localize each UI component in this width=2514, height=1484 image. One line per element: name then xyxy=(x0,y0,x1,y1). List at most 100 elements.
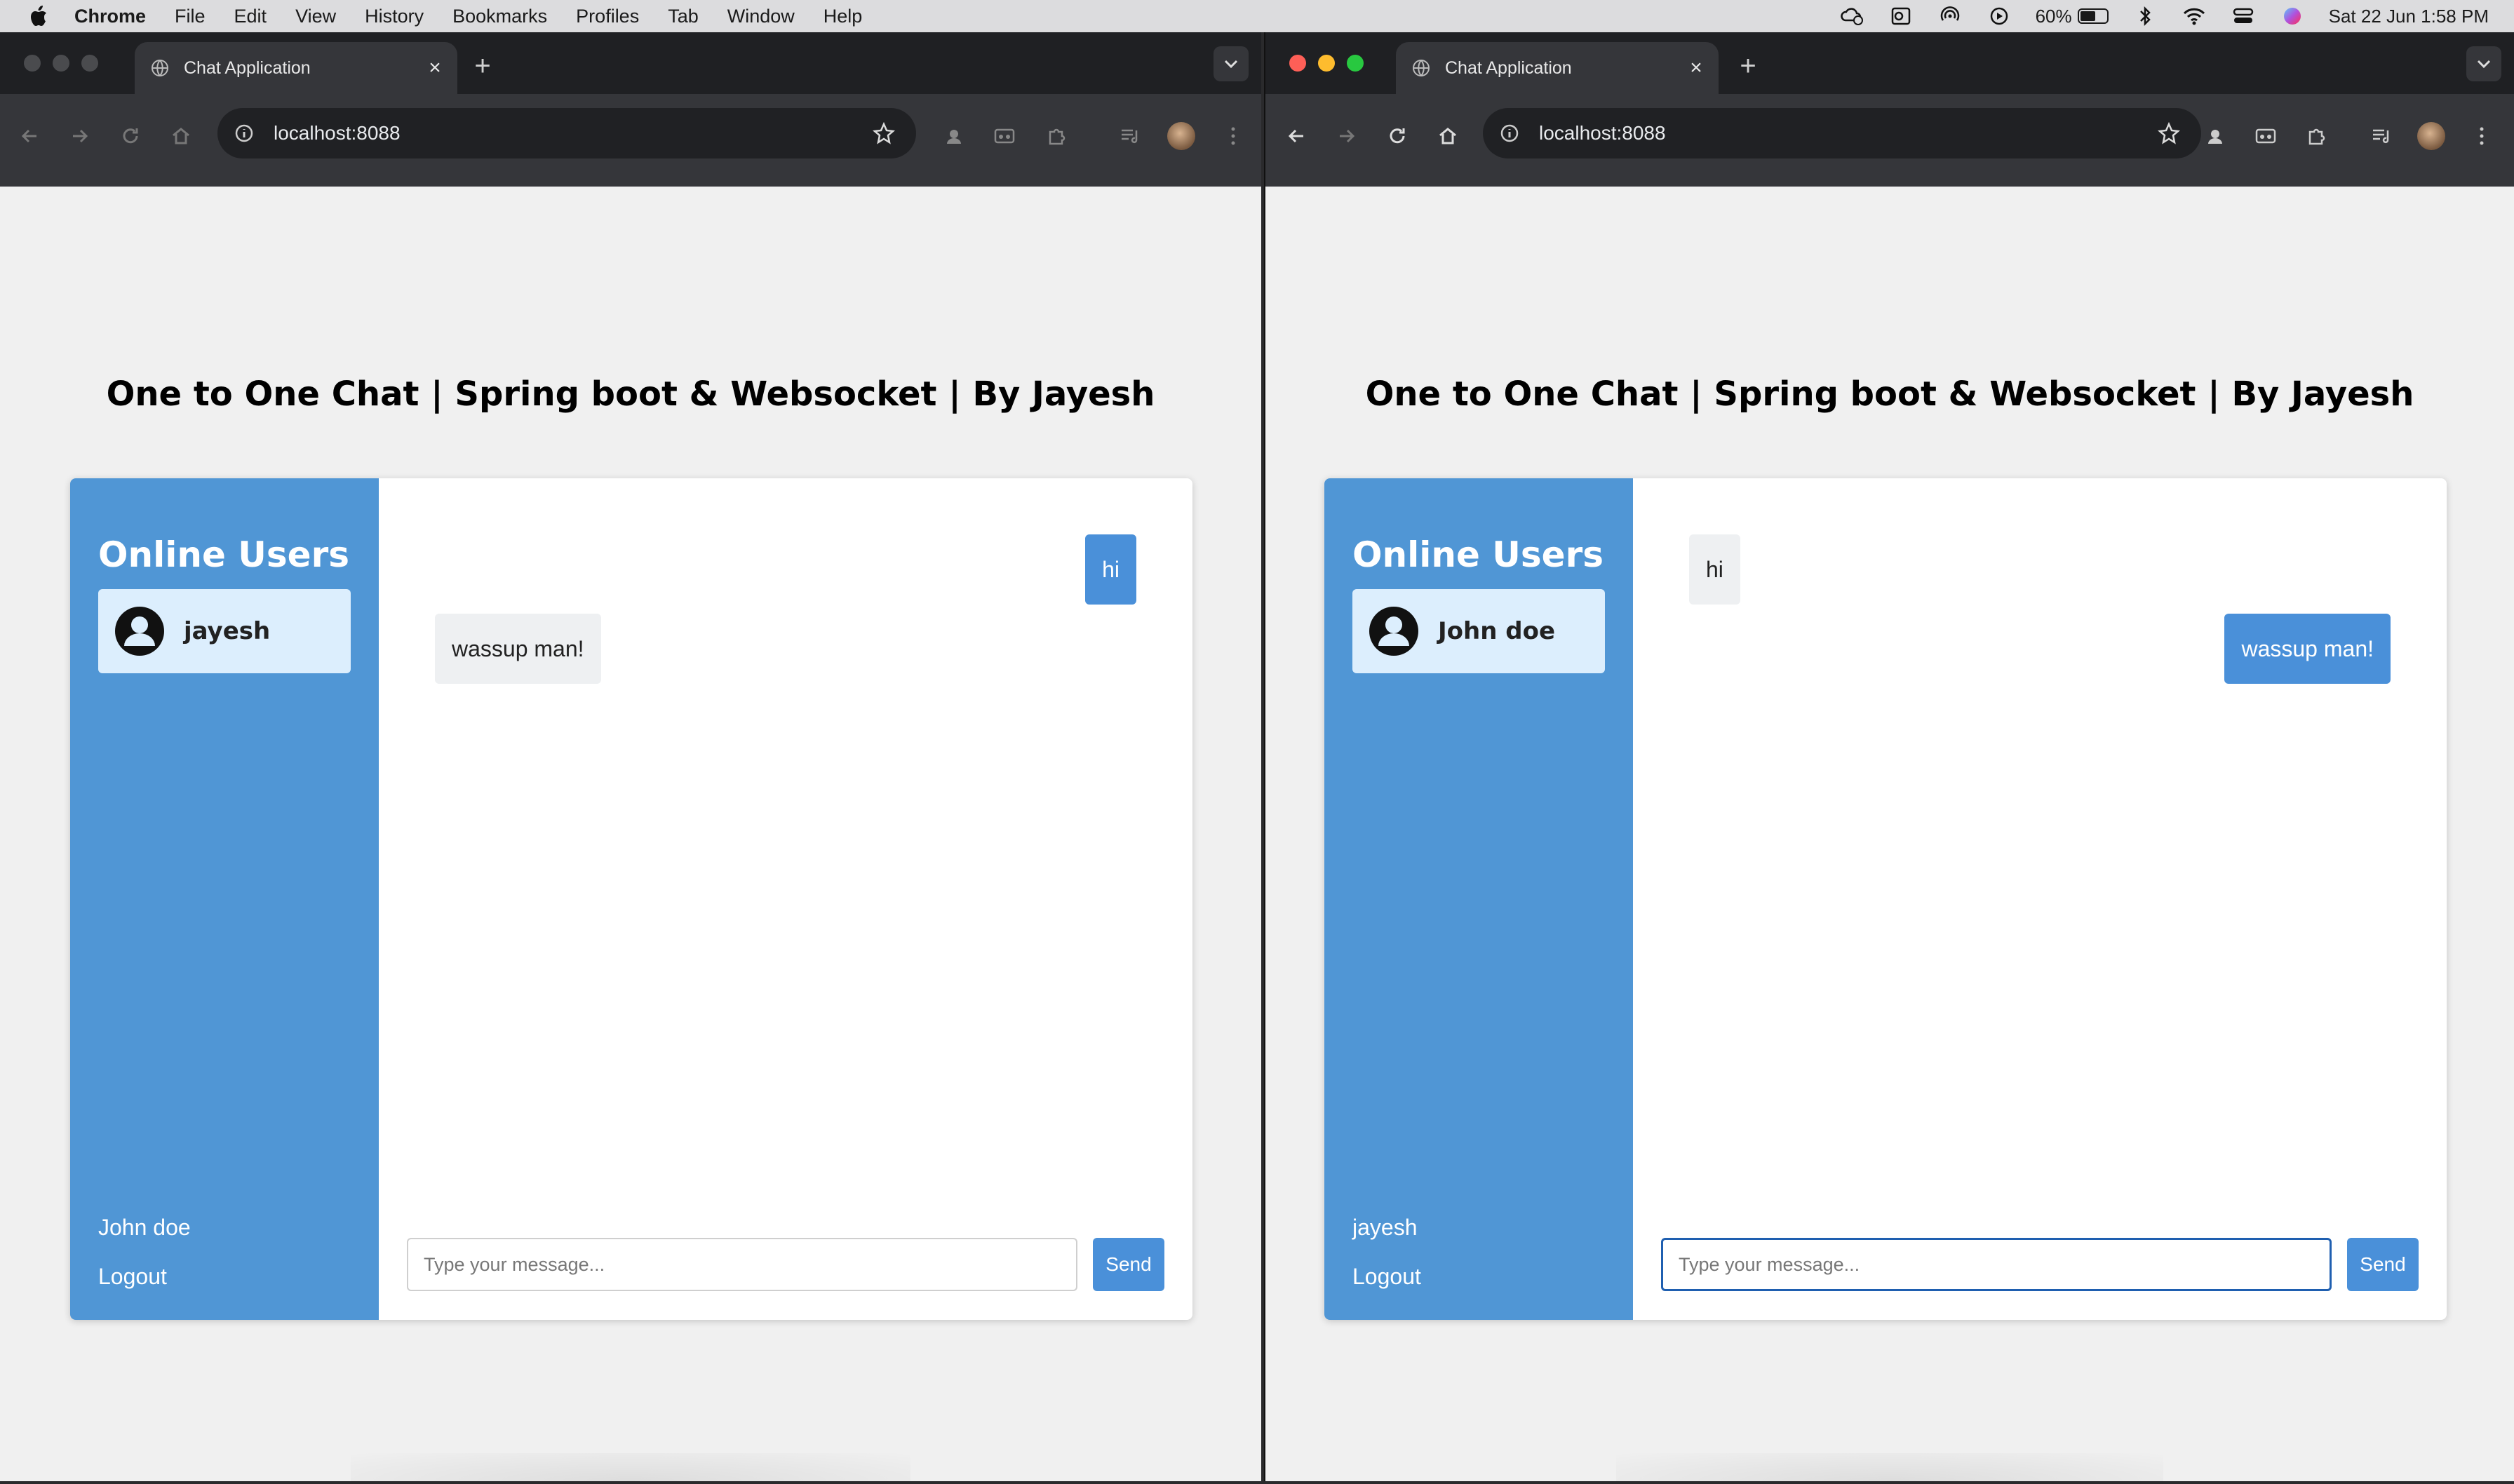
current-user-name: jayesh xyxy=(1352,1215,1418,1240)
message-input[interactable] xyxy=(1661,1238,2332,1291)
extension-icon-1[interactable] xyxy=(2201,122,2229,150)
forward-arrow-icon[interactable] xyxy=(67,123,93,149)
tab-title: Chat Application xyxy=(1445,58,1572,78)
menu-file[interactable]: File xyxy=(175,6,206,27)
extensions-puzzle-icon[interactable] xyxy=(2302,122,2330,150)
siri-icon[interactable] xyxy=(2280,6,2305,27)
new-tab-button[interactable]: + xyxy=(1735,52,1761,80)
globe-icon xyxy=(1413,60,1430,76)
extensions-puzzle-icon[interactable] xyxy=(1042,122,1070,150)
send-button[interactable]: Send xyxy=(2347,1238,2419,1291)
chat-area: hi wassup man! Send xyxy=(1633,478,2447,1320)
browser-toolbar: localhost:8088 xyxy=(0,94,1261,187)
chat-container: Online Users jayesh John doe Logout hi w… xyxy=(70,478,1192,1320)
home-icon[interactable] xyxy=(1435,123,1460,149)
tab-chat-application[interactable]: Chat Application × xyxy=(1396,42,1719,94)
page-shadow xyxy=(351,1453,910,1481)
minimize-window-button[interactable] xyxy=(53,55,69,72)
message-input[interactable] xyxy=(407,1238,1077,1291)
page-title: One to One Chat | Spring boot & Websocke… xyxy=(106,375,1155,414)
window-controls xyxy=(24,55,98,72)
extension-icon-2[interactable] xyxy=(2252,122,2280,150)
airdrop-icon[interactable] xyxy=(1937,6,1963,27)
tab-close-icon[interactable]: × xyxy=(1683,55,1709,81)
battery-percent: 60% xyxy=(2035,5,2072,27)
menu-edit[interactable]: Edit xyxy=(234,6,267,27)
menu-history[interactable]: History xyxy=(365,6,424,27)
close-window-button[interactable] xyxy=(1289,55,1306,72)
web-page: One to One Chat | Spring boot & Websocke… xyxy=(0,187,1261,1481)
address-bar[interactable]: localhost:8088 xyxy=(217,108,916,158)
menu-help[interactable]: Help xyxy=(824,6,863,27)
message-bubble-sent: wassup man! xyxy=(2224,614,2391,684)
url-text: localhost:8088 xyxy=(274,122,401,144)
menu-view[interactable]: View xyxy=(295,6,336,27)
wifi-icon[interactable] xyxy=(2182,6,2207,27)
reload-icon[interactable] xyxy=(118,123,143,149)
extension-icon-2[interactable] xyxy=(990,122,1019,150)
user-avatar-icon xyxy=(115,607,164,656)
browser-window-left: Chat Application × + localhost:8088 One … xyxy=(0,32,1261,1481)
window-controls xyxy=(1289,55,1364,72)
extension-icon-1[interactable] xyxy=(940,122,968,150)
menu-bookmarks[interactable]: Bookmarks xyxy=(452,6,547,27)
message-bubble-received: wassup man! xyxy=(435,614,601,684)
tab-strip: Chat Application × + xyxy=(1265,32,2514,94)
chrome-menu-icon[interactable] xyxy=(1219,122,1247,150)
page-title: One to One Chat | Spring boot & Websocke… xyxy=(1365,375,2414,414)
battery-status[interactable]: 60% xyxy=(2036,6,2109,27)
send-button[interactable]: Send xyxy=(1093,1238,1164,1291)
address-bar[interactable]: localhost:8088 xyxy=(1483,108,2201,158)
online-user-item[interactable]: jayesh xyxy=(98,589,351,673)
bookmark-star-icon[interactable] xyxy=(2155,119,2183,147)
profile-avatar[interactable] xyxy=(1167,122,1195,150)
back-arrow-icon[interactable] xyxy=(17,123,42,149)
home-icon[interactable] xyxy=(168,123,194,149)
close-window-button[interactable] xyxy=(24,55,41,72)
logout-link[interactable]: Logout xyxy=(1352,1264,1421,1290)
profile-avatar[interactable] xyxy=(2417,122,2445,150)
apple-logo-icon[interactable] xyxy=(28,5,48,27)
site-info-icon[interactable] xyxy=(1497,121,1522,146)
media-controls-icon[interactable] xyxy=(1117,122,1145,150)
fullscreen-window-button[interactable] xyxy=(1347,55,1364,72)
menu-app-chrome[interactable]: Chrome xyxy=(74,6,146,27)
tab-chat-application[interactable]: Chat Application × xyxy=(135,42,457,94)
tab-search-button[interactable] xyxy=(2466,46,2501,81)
logout-link[interactable]: Logout xyxy=(98,1264,167,1290)
users-sidebar: Online Users John doe jayesh Logout xyxy=(1324,478,1633,1320)
chat-container: Online Users John doe jayesh Logout hi w… xyxy=(1324,478,2447,1320)
menu-profiles[interactable]: Profiles xyxy=(576,6,639,27)
media-controls-icon[interactable] xyxy=(2368,122,2396,150)
play-circle-icon[interactable] xyxy=(1987,6,2012,27)
message-compose-form: Send xyxy=(1661,1238,2419,1291)
bookmark-star-icon[interactable] xyxy=(870,119,898,147)
menu-window[interactable]: Window xyxy=(727,6,795,27)
reload-icon[interactable] xyxy=(1385,123,1410,149)
site-info-icon[interactable] xyxy=(231,121,257,146)
online-users-heading: Online Users xyxy=(1352,534,1604,575)
bluetooth-icon[interactable] xyxy=(2132,6,2158,27)
chat-area: hi wassup man! Send xyxy=(379,478,1192,1320)
minimize-window-button[interactable] xyxy=(1318,55,1335,72)
tab-strip: Chat Application × + xyxy=(0,32,1261,94)
outlook-icon[interactable] xyxy=(1888,6,1914,27)
menu-tab[interactable]: Tab xyxy=(668,6,699,27)
message-bubble-sent: hi xyxy=(1085,534,1136,605)
users-sidebar: Online Users jayesh John doe Logout xyxy=(70,478,379,1320)
back-arrow-icon[interactable] xyxy=(1284,123,1309,149)
control-center-icon[interactable] xyxy=(2231,6,2256,27)
user-avatar-icon xyxy=(1369,607,1418,656)
browser-window-right: Chat Application × + localhost:8088 One … xyxy=(1264,32,2514,1481)
fullscreen-window-button[interactable] xyxy=(81,55,98,72)
tab-search-button[interactable] xyxy=(1214,46,1249,81)
menubar-clock[interactable]: Sat 22 Jun 1:58 PM xyxy=(2329,6,2489,27)
chrome-menu-icon[interactable] xyxy=(2468,122,2496,150)
cloud-sync-icon[interactable] xyxy=(1839,6,1864,27)
url-text: localhost:8088 xyxy=(1539,122,1666,144)
message-bubble-received: hi xyxy=(1689,534,1740,605)
online-user-item[interactable]: John doe xyxy=(1352,589,1605,673)
forward-arrow-icon[interactable] xyxy=(1334,123,1359,149)
tab-close-icon[interactable]: × xyxy=(422,55,448,81)
new-tab-button[interactable]: + xyxy=(470,52,495,80)
